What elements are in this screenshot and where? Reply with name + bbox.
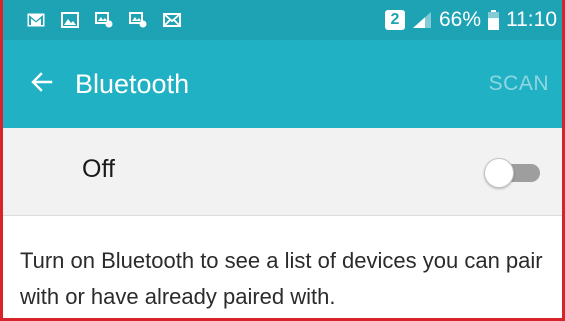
- status-bar: 2 66% 11:10: [3, 0, 562, 40]
- toggle-state-label: Off: [82, 155, 115, 183]
- bluetooth-switch[interactable]: [484, 158, 542, 188]
- scan-button[interactable]: SCAN: [489, 40, 549, 128]
- email-icon: [163, 12, 181, 28]
- screen-frame: 2 66% 11:10 Bluetooth SCAN Off Turn on B…: [0, 0, 565, 321]
- gallery-icon: [61, 12, 79, 28]
- screenshot-icon: [129, 12, 147, 28]
- gmail-icon: [27, 12, 45, 28]
- notification-icons: [27, 12, 181, 28]
- page-title: Bluetooth: [75, 68, 190, 99]
- arrow-left-icon: [31, 71, 53, 97]
- back-button[interactable]: [3, 40, 75, 128]
- screenshot-icon: [95, 12, 113, 28]
- info-text: Turn on Bluetooth to see a list of devic…: [20, 248, 543, 309]
- info-panel: Turn on Bluetooth to see a list of devic…: [3, 217, 562, 318]
- clock: 11:10: [506, 8, 557, 31]
- signal-icon: [412, 11, 432, 29]
- battery-icon: [488, 10, 499, 30]
- battery-percent: 66%: [438, 8, 481, 31]
- switch-thumb: [484, 158, 514, 188]
- action-bar: Bluetooth SCAN: [3, 40, 562, 128]
- system-status: 2 66% 11:10: [384, 8, 557, 32]
- bluetooth-toggle-row[interactable]: Off: [3, 128, 562, 216]
- sim-slot-badge: 2: [384, 10, 405, 30]
